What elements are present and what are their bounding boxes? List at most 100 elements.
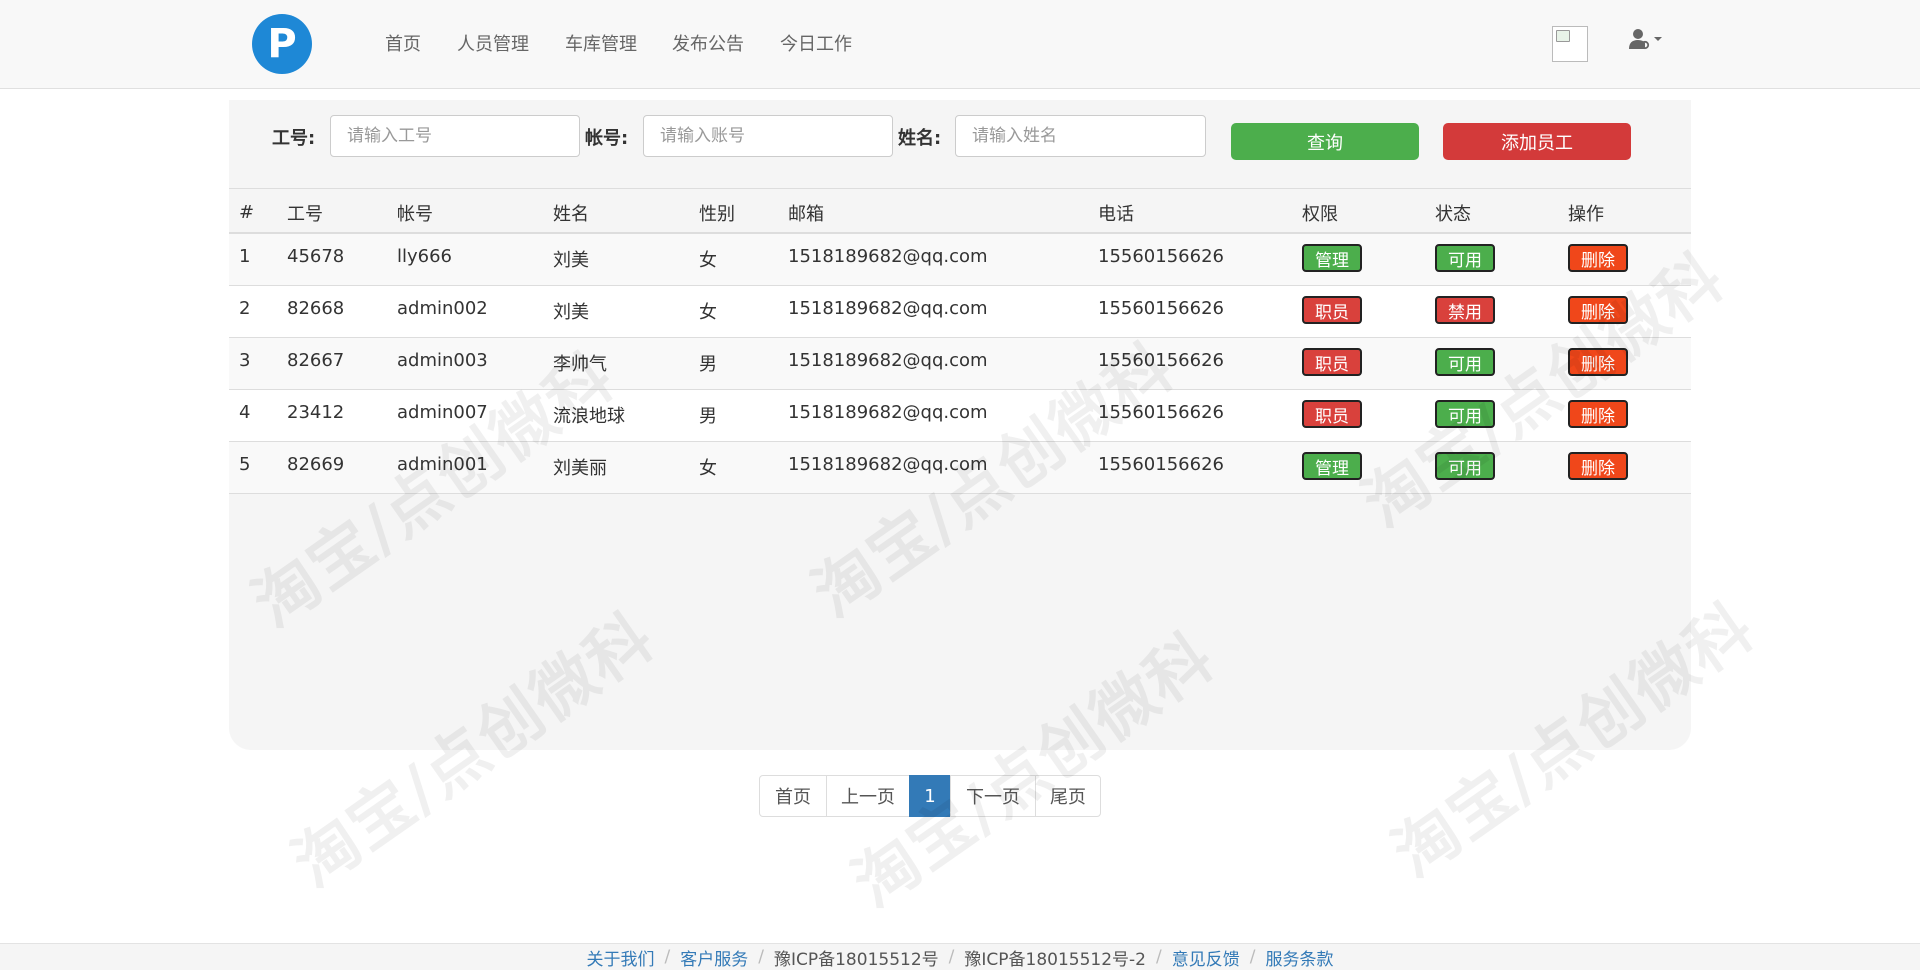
logo[interactable]: P	[252, 14, 312, 74]
role-tag-button[interactable]: 职员	[1302, 348, 1362, 376]
pagination: 首页 上一页 1 下一页 尾页	[759, 775, 1101, 817]
table-row: 1 45678 lly666 刘美 女 1518189682@qq.com 15560156…	[229, 234, 1691, 286]
delete-button[interactable]: 删除	[1568, 452, 1628, 480]
row-account: admin001	[397, 454, 488, 475]
row-email: 1518189682@qq.com	[788, 350, 988, 371]
status-tag-button[interactable]: 可用	[1435, 244, 1495, 272]
employee-table: # 工号 帐号 姓名 性别 邮箱 电话 权限 状态 操作 1 45678 lly66…	[229, 188, 1691, 494]
delete-button[interactable]: 删除	[1568, 244, 1628, 272]
status-tag-button[interactable]: 可用	[1435, 400, 1495, 428]
search-input-account[interactable]	[643, 115, 893, 157]
table-row: 3 82667 admin003 李帅气 男 1518189682@qq.com 15560…	[229, 338, 1691, 390]
row-index: 4	[239, 402, 251, 423]
footer-link[interactable]: 意见反馈	[1172, 945, 1240, 970]
delete-button[interactable]: 删除	[1568, 400, 1628, 428]
header-account: 帐号	[397, 203, 433, 225]
footer-text: 豫ICP备18015512号-2	[964, 949, 1147, 970]
search-label-id: 工号:	[272, 128, 316, 149]
row-account: admin002	[397, 298, 488, 319]
row-account: admin003	[397, 350, 488, 371]
role-tag-button[interactable]: 职员	[1302, 296, 1362, 324]
page-first-button[interactable]: 首页	[759, 775, 827, 817]
delete-cell: 删除	[1568, 234, 1628, 285]
row-index: 2	[239, 298, 251, 319]
status-tag-cell: 可用	[1435, 442, 1495, 493]
page-current-button[interactable]: 1	[909, 775, 951, 817]
nav-item-announcement[interactable]: 发布公告	[672, 30, 744, 56]
table-body: 1 45678 lly666 刘美女 1518189682@qq.com 15560156…	[229, 234, 1691, 494]
table-row: 5 82669 admin001 刘美丽 女 1518189682@qq.com 15560…	[229, 442, 1691, 494]
delete-button[interactable]: 删除	[1568, 296, 1628, 324]
table-row: 4 23412 admin007 流浪地球 男 1518189682@qq.com 1556…	[229, 390, 1691, 442]
status-tag-cell: 可用	[1435, 390, 1495, 441]
header-email: 邮箱	[788, 203, 824, 225]
header-role: 权限	[1302, 203, 1338, 225]
page-prev-button[interactable]: 上一页	[826, 775, 910, 817]
row-email: 1518189682@qq.com	[788, 246, 988, 267]
footer-separator: /	[1156, 947, 1162, 967]
footer-link[interactable]: 关于我们	[587, 945, 655, 970]
row-name: 刘美	[553, 302, 589, 323]
table-header: # 工号 帐号 姓名 性别 邮箱 电话 权限 状态 操作	[229, 188, 1691, 234]
row-email: 1518189682@qq.com	[788, 402, 988, 423]
footer-separator: /	[664, 947, 671, 967]
footer-separator: /	[948, 947, 955, 967]
role-tag-button[interactable]: 管理	[1302, 244, 1362, 272]
role-tag-cell: 职员	[1302, 286, 1362, 337]
row-gender: 女	[699, 302, 717, 323]
row-name: 刘美	[553, 250, 589, 271]
footer-text: 豫ICP备18015512号	[773, 949, 939, 970]
user-menu-toggle[interactable]	[1628, 28, 1668, 52]
footer: 关于我们 / 客户服务 / 豫ICP备18015512号 / 豫ICP备18015512号-…	[0, 943, 1920, 970]
row-account: lly666	[397, 246, 453, 267]
user-cog-icon	[1629, 29, 1662, 50]
status-tag-button[interactable]: 可用	[1435, 452, 1495, 480]
footer-link[interactable]: 服务条款	[1265, 945, 1333, 970]
page-next-button[interactable]: 下一页	[950, 775, 1036, 817]
search-label-name: 姓名:	[898, 128, 942, 149]
footer-separator: /	[1249, 947, 1256, 967]
header-employee-id: 工号	[287, 203, 323, 225]
status-tag-button[interactable]: 可用	[1435, 348, 1495, 376]
role-tag-button[interactable]: 职员	[1302, 400, 1362, 428]
page-last-button[interactable]: 尾页	[1035, 775, 1101, 817]
delete-cell: 删除	[1568, 390, 1628, 441]
row-phone: 15560156626	[1098, 454, 1224, 475]
row-index: 1	[239, 246, 251, 267]
nav-item-home[interactable]: 首页	[385, 30, 421, 56]
row-employee-id: 23412	[287, 402, 345, 423]
nav-item-garage[interactable]: 车库管理	[565, 30, 637, 56]
nav-item-today-work[interactable]: 今日工作	[780, 30, 852, 56]
row-gender: 女	[699, 250, 717, 271]
delete-button[interactable]: 删除	[1568, 348, 1628, 376]
row-employee-id: 82668	[287, 298, 345, 319]
status-tag-cell: 可用	[1435, 338, 1495, 389]
row-account: admin007	[397, 402, 488, 423]
avatar-broken-image-icon[interactable]	[1552, 26, 1588, 62]
row-name: 李帅气	[553, 354, 607, 375]
row-employee-id: 82669	[287, 454, 345, 475]
search-input-name[interactable]	[955, 115, 1206, 157]
query-button[interactable]: 查询	[1231, 123, 1419, 160]
row-employee-id: 82667	[287, 350, 345, 371]
footer-separator: /	[758, 947, 764, 967]
footer-link[interactable]: 客户服务	[680, 945, 748, 970]
header-index: #	[239, 202, 255, 223]
row-index: 5	[239, 454, 251, 475]
row-phone: 15560156626	[1098, 402, 1224, 423]
delete-cell: 删除	[1568, 338, 1628, 389]
navbar: P 首页 人员管理 车库管理 发布公告 今日工作	[0, 0, 1920, 89]
search-input-id[interactable]	[330, 115, 580, 157]
header-action: 操作	[1568, 203, 1604, 225]
row-gender: 男	[699, 354, 717, 375]
role-tag-cell: 职员	[1302, 338, 1362, 389]
header-status: 状态	[1435, 203, 1471, 225]
add-employee-button[interactable]: 添加员工	[1443, 123, 1631, 160]
role-tag-cell: 职员	[1302, 390, 1362, 441]
status-tag-button[interactable]: 禁用	[1435, 296, 1495, 324]
row-email: 1518189682@qq.com	[788, 298, 988, 319]
row-name: 流浪地球	[553, 406, 625, 427]
header-phone: 电话	[1098, 203, 1134, 225]
nav-item-personnel[interactable]: 人员管理	[457, 30, 529, 56]
role-tag-button[interactable]: 管理	[1302, 452, 1362, 480]
